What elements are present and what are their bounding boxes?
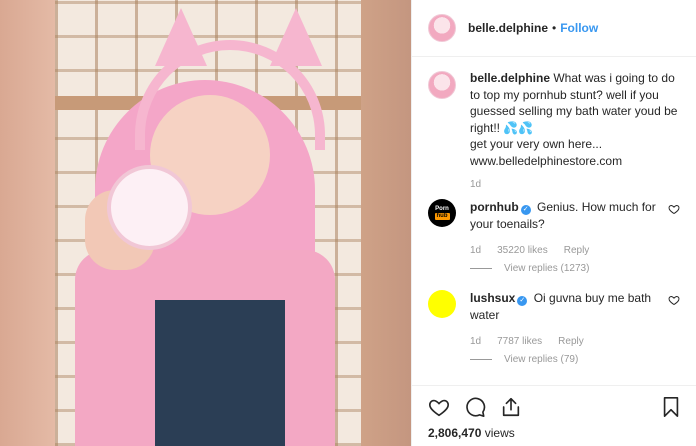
views-label: views bbox=[484, 426, 515, 440]
view-replies-label[interactable]: View replies (79) bbox=[504, 354, 578, 365]
media-left-edge bbox=[0, 0, 55, 446]
comment-likes[interactable]: 7787 likes bbox=[497, 336, 542, 347]
heart-icon[interactable] bbox=[428, 396, 450, 418]
comment-item: Porn hub pornhub ✓ Genius. How much for y… bbox=[428, 199, 680, 232]
verified-icon: ✓ bbox=[520, 205, 531, 215]
comment-likes[interactable]: 35220 likes bbox=[497, 245, 548, 256]
view-replies-button[interactable]: View replies (1273) bbox=[470, 263, 680, 274]
share-icon[interactable] bbox=[500, 396, 522, 418]
comment-meta: 1d 35220 likes Reply bbox=[470, 245, 680, 256]
caption-username[interactable]: belle.delphine bbox=[470, 71, 550, 85]
replies-divider bbox=[470, 268, 492, 269]
lushsux-avatar[interactable] bbox=[428, 290, 456, 318]
comment-text: pornhub ✓ Genius. How much for your toena… bbox=[470, 199, 660, 232]
post-video[interactable] bbox=[55, 0, 361, 446]
comment-username[interactable]: lushsux bbox=[470, 291, 515, 305]
media-right-edge bbox=[361, 0, 411, 446]
verified-icon: ✓ bbox=[517, 296, 528, 306]
view-replies-label[interactable]: View replies (1273) bbox=[504, 263, 589, 274]
action-icons bbox=[428, 394, 682, 420]
comment-meta: 1d 7787 likes Reply bbox=[470, 336, 680, 347]
comments-section[interactable]: belle.delphine What was i going to do to… bbox=[412, 57, 696, 385]
post-media[interactable] bbox=[0, 0, 411, 446]
dark-top bbox=[155, 300, 285, 446]
view-count[interactable]: 2,806,470 views bbox=[428, 426, 682, 440]
caption-text: belle.delphine What was i going to do to… bbox=[470, 70, 680, 169]
instagram-post: belle.delphine • Follow belle.delphine W… bbox=[0, 0, 696, 446]
post-header: belle.delphine • Follow bbox=[412, 0, 696, 57]
view-replies-button[interactable]: View replies (79) bbox=[470, 354, 680, 365]
comment-time[interactable]: 1d bbox=[470, 245, 481, 256]
comment-time[interactable]: 1d bbox=[470, 336, 481, 347]
like-comment-heart-icon[interactable] bbox=[668, 203, 680, 215]
like-comment-heart-icon[interactable] bbox=[668, 294, 680, 306]
post-side-panel: belle.delphine • Follow belle.delphine W… bbox=[411, 0, 696, 446]
avatar-logo-badge: hub bbox=[434, 213, 450, 220]
caption-body: What was i going to do to top my pornhub… bbox=[470, 71, 678, 168]
caption-time[interactable]: 1d bbox=[470, 179, 481, 190]
comment-item: lushsux ✓ Oi guvna buy me bath water bbox=[428, 290, 680, 323]
jar bbox=[107, 165, 192, 250]
views-number: 2,806,470 bbox=[428, 426, 482, 440]
caption-meta: 1d bbox=[470, 179, 680, 190]
replies-divider bbox=[470, 359, 492, 360]
header-separator: • bbox=[552, 21, 557, 35]
caption-avatar[interactable] bbox=[428, 71, 456, 99]
follow-button[interactable]: Follow bbox=[560, 21, 598, 35]
comment-username[interactable]: pornhub bbox=[470, 200, 519, 214]
caption: belle.delphine What was i going to do to… bbox=[428, 70, 680, 169]
reply-button[interactable]: Reply bbox=[558, 336, 584, 347]
author-username[interactable]: belle.delphine bbox=[468, 21, 548, 35]
post-actions: 2,806,470 views bbox=[412, 385, 696, 446]
comment-text: lushsux ✓ Oi guvna buy me bath water bbox=[470, 290, 660, 323]
reply-button[interactable]: Reply bbox=[564, 245, 590, 256]
pornhub-avatar[interactable]: Porn hub bbox=[428, 199, 456, 227]
comment-icon[interactable] bbox=[464, 396, 486, 418]
avatar-logo-text: Porn bbox=[435, 206, 449, 212]
author-avatar[interactable] bbox=[428, 14, 456, 42]
bookmark-icon[interactable] bbox=[660, 396, 682, 418]
